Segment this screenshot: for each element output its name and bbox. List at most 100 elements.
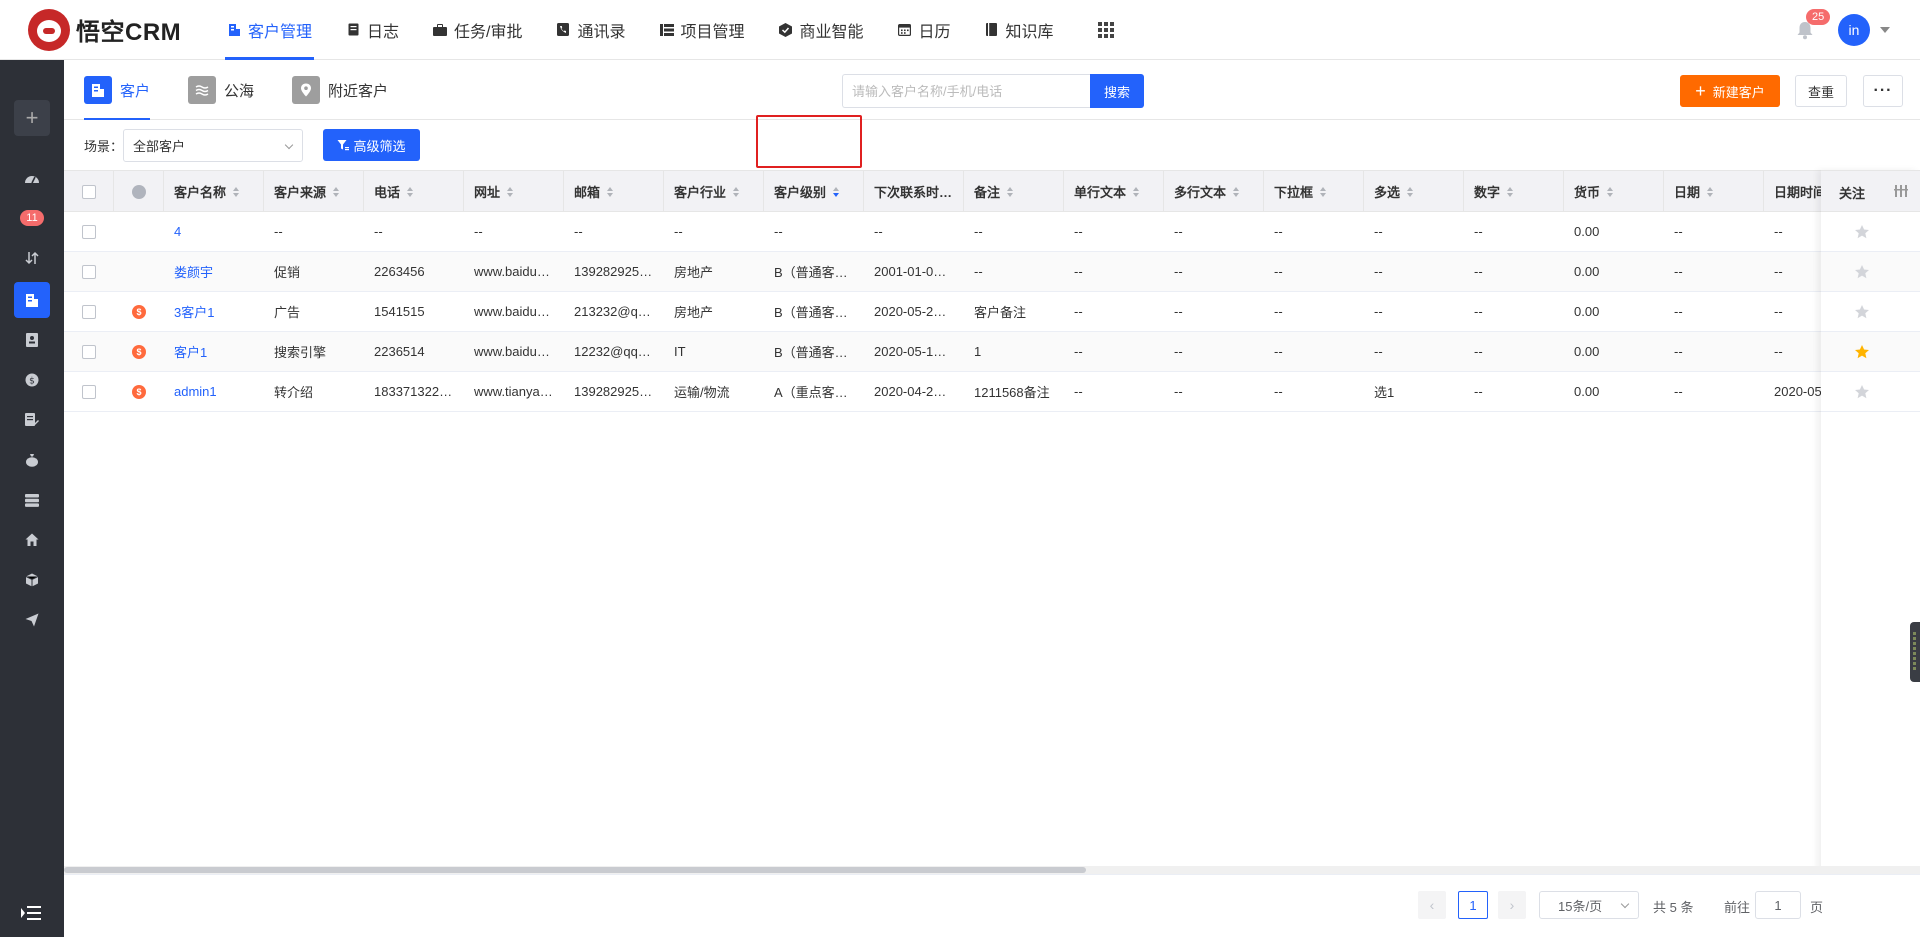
cell-text: -- — [1274, 304, 1283, 319]
sort-caret-icon[interactable] — [1707, 186, 1714, 197]
page-size-select[interactable]: 15条/页 — [1539, 891, 1639, 919]
column-header-industry[interactable]: 客户行业 — [664, 171, 764, 212]
column-header-dropdown[interactable]: 下拉框 — [1264, 171, 1364, 212]
sidebar-item-send[interactable] — [14, 602, 50, 638]
row-checkbox[interactable] — [82, 384, 96, 399]
customer-name-link[interactable]: 娄颜宇 — [164, 252, 264, 291]
sort-caret-icon[interactable] — [233, 186, 240, 197]
new-customer-button[interactable]: + 新建客户 — [1680, 75, 1780, 107]
sidebar-item-notifications[interactable]: 11 — [14, 200, 50, 236]
sort-caret-icon[interactable] — [833, 186, 840, 197]
search-button[interactable]: 搜索 — [1090, 74, 1144, 108]
next-page-button[interactable]: › — [1498, 891, 1526, 919]
nav-item-calendar[interactable]: 日历 — [881, 0, 968, 60]
column-header-customer-source[interactable]: 客户来源 — [264, 171, 364, 212]
customer-name-link[interactable]: 客户1 — [164, 332, 264, 371]
sort-caret-icon[interactable] — [1233, 186, 1240, 197]
star-icon[interactable] — [1854, 304, 1870, 320]
row-checkbox[interactable] — [82, 264, 96, 279]
customer-name-link[interactable]: 4 — [164, 212, 264, 251]
sidebar-item-home[interactable] — [14, 522, 50, 558]
nav-item-knowledge[interactable]: 知识库 — [968, 0, 1071, 60]
nav-item-bi[interactable]: 商业智能 — [762, 0, 881, 60]
sort-caret-icon[interactable] — [1133, 186, 1140, 197]
sort-caret-icon[interactable] — [407, 186, 414, 197]
sort-caret-icon[interactable] — [1607, 186, 1614, 197]
advanced-filter-button[interactable]: 高级筛选 — [323, 129, 420, 161]
quick-create-button[interactable]: + — [14, 100, 50, 136]
apps-menu[interactable] — [1071, 0, 1131, 60]
goto-page-input[interactable] — [1755, 891, 1801, 919]
sidebar-item-receivables[interactable] — [14, 442, 50, 478]
column-settings-icon[interactable] — [1894, 185, 1908, 197]
sort-caret-icon[interactable] — [507, 186, 514, 197]
sidebar-collapse-icon[interactable] — [20, 905, 42, 921]
sort-caret-icon[interactable] — [1507, 186, 1514, 197]
star-filled-icon[interactable] — [1854, 344, 1870, 360]
customer-name-link[interactable]: 3客户1 — [164, 292, 264, 331]
customer-tabs: 客户 公海 附近客户 搜索 +新建客户 查重 ··· — [64, 60, 1920, 120]
sidebar-item-dashboard[interactable] — [14, 160, 50, 196]
column-header-number[interactable]: 数字 — [1464, 171, 1564, 212]
duplicate-check-button[interactable]: 查重 — [1795, 75, 1847, 107]
column-header-multi-text[interactable]: 多行文本 — [1164, 171, 1264, 212]
column-header-date[interactable]: 日期 — [1664, 171, 1764, 212]
horizontal-scrollbar[interactable] — [64, 866, 1920, 874]
star-icon[interactable] — [1854, 384, 1870, 400]
sort-caret-icon[interactable] — [733, 186, 740, 197]
column-header-customer-name[interactable]: 客户名称 — [164, 171, 264, 212]
column-header-multi-select[interactable]: 多选 — [1364, 171, 1464, 212]
nav-item-customer[interactable]: 客户管理 — [210, 0, 329, 60]
logo[interactable]: 悟空CRM — [0, 0, 210, 60]
sort-caret-icon[interactable] — [333, 186, 340, 197]
nav-item-log[interactable]: 日志 — [329, 0, 416, 60]
customer-name-link[interactable]: admin1 — [164, 372, 264, 411]
column-header-phone[interactable]: 电话 — [364, 171, 464, 212]
column-header-customer-level[interactable]: 客户级别 — [764, 171, 864, 212]
column-header-currency[interactable]: 货币 — [1564, 171, 1664, 212]
column-header-remark[interactable]: 备注 — [964, 171, 1064, 212]
sidebar-item-customers[interactable] — [14, 282, 50, 318]
nav-item-projects[interactable]: 项目管理 — [643, 0, 762, 60]
tab-public-pool[interactable]: 公海 — [188, 60, 254, 120]
table-row[interactable]: $ 客户1 搜索引擎 2236514 www.baidu… 12232@qq… IT B（普通… — [64, 332, 1920, 372]
side-drawer-handle[interactable] — [1910, 622, 1920, 682]
column-header-single-text[interactable]: 单行文本 — [1064, 171, 1164, 212]
sidebar-item-leads[interactable] — [14, 240, 50, 276]
table-row[interactable]: 4 -- -- -- -- -- -- -- -- -- -- -- -- -- 0.00 -- -- — [64, 212, 1920, 252]
column-header-next-contact[interactable]: 下次联系时… — [864, 171, 964, 212]
sidebar-item-contacts[interactable] — [14, 322, 50, 358]
star-icon[interactable] — [1854, 264, 1870, 280]
sidebar-item-products[interactable] — [14, 562, 50, 598]
tab-nearby-customers[interactable]: 附近客户 — [292, 60, 388, 120]
sort-caret-icon[interactable] — [1407, 186, 1414, 197]
customer-search-input[interactable] — [842, 74, 1092, 108]
row-checkbox[interactable] — [82, 344, 96, 359]
user-avatar[interactable]: in — [1838, 14, 1870, 46]
more-actions-button[interactable]: ··· — [1863, 75, 1903, 107]
table-row[interactable]: $ admin1 转介绍 183371322… www.tianya… 139282925… — [64, 372, 1920, 412]
sidebar-item-invoices[interactable] — [14, 482, 50, 518]
nav-item-contacts[interactable]: 通讯录 — [539, 0, 642, 60]
sort-caret-icon[interactable] — [1320, 186, 1327, 197]
sidebar-item-business[interactable]: $ — [14, 362, 50, 398]
notification-bell[interactable]: 25 — [1794, 9, 1831, 41]
select-all-checkbox[interactable] — [81, 184, 96, 199]
prev-page-button[interactable]: ‹ — [1418, 891, 1446, 919]
page-number-current[interactable]: 1 — [1458, 891, 1488, 919]
sidebar-item-contracts[interactable] — [14, 402, 50, 438]
scene-select[interactable]: 全部客户 — [123, 129, 303, 162]
sort-caret-icon[interactable] — [1007, 186, 1014, 197]
tab-customers[interactable]: 客户 — [84, 60, 151, 120]
column-header-email[interactable]: 邮箱 — [564, 171, 664, 212]
user-menu-caret-icon[interactable] — [1880, 27, 1890, 33]
column-header-website[interactable]: 网址 — [464, 171, 564, 212]
star-icon[interactable] — [1854, 224, 1870, 240]
row-checkbox[interactable] — [82, 304, 96, 319]
scrollbar-thumb[interactable] — [64, 867, 1086, 873]
sort-caret-icon[interactable] — [607, 186, 614, 197]
row-checkbox[interactable] — [82, 224, 96, 239]
table-row[interactable]: 娄颜宇 促销 2263456 www.baidu… 139282925… 房地产 B（普通客… — [64, 252, 1920, 292]
table-row[interactable]: $3客户1 广告 1541515 www.baidu… 213232@q… 房地产 B（普通… — [64, 292, 1920, 332]
nav-item-task-approval[interactable]: 任务/审批 — [416, 0, 539, 60]
